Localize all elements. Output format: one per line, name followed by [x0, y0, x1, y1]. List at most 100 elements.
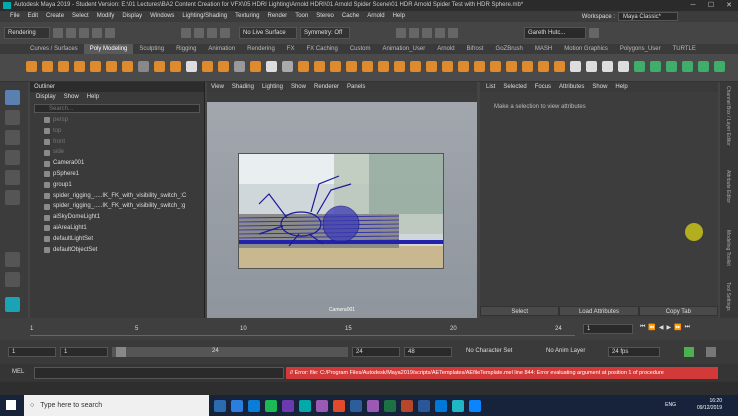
preferences-icon[interactable]	[706, 347, 716, 357]
paint-select-icon[interactable]	[5, 130, 20, 145]
go-to-end-icon[interactable]: ⏭	[685, 324, 690, 331]
viewport-view[interactable]: Camera001	[207, 102, 477, 318]
fps-dropdown[interactable]: 24 fps	[608, 347, 660, 357]
shelf-tool-icon[interactable]	[314, 61, 325, 72]
range-bar[interactable]: 24	[112, 347, 348, 357]
go-to-start-icon[interactable]: ⏮	[640, 324, 645, 331]
shelf-tool-icon[interactable]	[266, 61, 277, 72]
outliner-item[interactable]: side	[30, 147, 204, 158]
hypershade-icon[interactable]	[435, 28, 445, 38]
shelf-tool-icon[interactable]	[346, 61, 357, 72]
taskbar-app-icon[interactable]	[316, 399, 328, 412]
shelf-tool-icon[interactable]	[282, 61, 293, 72]
shelf-tool-icon[interactable]	[682, 61, 693, 72]
shelf-tab-curvessurfaces[interactable]: Curves / Surfaces	[24, 44, 84, 54]
redo-icon[interactable]	[105, 28, 115, 38]
taskbar-app-icon[interactable]	[418, 399, 430, 412]
shelf-tool-icon[interactable]	[234, 61, 245, 72]
save-scene-icon[interactable]	[79, 28, 89, 38]
viewport-menu-shading[interactable]: Shading	[232, 82, 254, 92]
tab-modeling-toolkit[interactable]: Modeling Toolkit	[725, 230, 731, 266]
mel-input[interactable]	[34, 367, 284, 379]
arnold-render-view-icon[interactable]	[448, 28, 458, 38]
four-pane-layout-icon[interactable]	[5, 272, 20, 287]
taskbar-app-icon[interactable]	[350, 399, 362, 412]
shelf-tool-icon[interactable]	[186, 61, 197, 72]
open-scene-icon[interactable]	[66, 28, 76, 38]
viewport-menu-view[interactable]: View	[211, 82, 224, 92]
workspace-dropdown[interactable]: Maya Classic*	[618, 12, 678, 21]
outliner-menu-show[interactable]: Show	[64, 92, 79, 102]
time-ruler[interactable]: 1 5 10 15 20 24	[30, 322, 575, 336]
menu-arnold[interactable]: Arnold	[367, 13, 384, 19]
attr-menu-selected[interactable]: Selected	[503, 82, 526, 92]
shelf-tool-icon[interactable]	[26, 61, 37, 72]
viewport-menu-show[interactable]: Show	[291, 82, 306, 92]
shelf-tool-icon[interactable]	[714, 61, 725, 72]
shelf-tab-fxcaching[interactable]: FX Caching	[300, 44, 343, 54]
shelf-tab-custom[interactable]: Custom	[344, 44, 377, 54]
step-back-icon[interactable]: ⏪	[648, 324, 655, 331]
shelf-tool-icon[interactable]	[58, 61, 69, 72]
scale-tool-icon[interactable]	[5, 190, 20, 205]
shelf-tab-motiongraphics[interactable]: Motion Graphics	[558, 44, 614, 54]
attr-menu-focus[interactable]: Focus	[535, 82, 551, 92]
viewport-menu-lighting[interactable]: Lighting	[262, 82, 283, 92]
symmetry-dropdown[interactable]: Symmetry: Off	[300, 27, 350, 39]
mash-logo-icon[interactable]	[5, 297, 20, 312]
viewport-menu-panels[interactable]: Panels	[347, 82, 365, 92]
attr-menu-list[interactable]: List	[486, 82, 495, 92]
menu-lightingshading[interactable]: Lighting/Shading	[182, 13, 227, 19]
outliner-item[interactable]: top	[30, 126, 204, 137]
snap-point-icon[interactable]	[207, 28, 217, 38]
outliner-item[interactable]: front	[30, 137, 204, 148]
shelf-tool-icon[interactable]	[522, 61, 533, 72]
outliner-item[interactable]: defaultObjectSet	[30, 245, 204, 256]
menu-modify[interactable]: Modify	[97, 13, 115, 19]
windows-start-icon[interactable]	[6, 400, 16, 410]
outliner-item[interactable]: spider_rigging_.....IK_FK_with_visibilit…	[30, 191, 204, 202]
shelf-tab-sculpting[interactable]: Sculpting	[133, 44, 170, 54]
outliner-item[interactable]: pSphere1	[30, 169, 204, 180]
undo-icon[interactable]	[92, 28, 102, 38]
taskbar-app-icon[interactable]	[367, 399, 379, 412]
menu-windows[interactable]: Windows	[150, 13, 174, 19]
play-forward-icon[interactable]: ▶	[667, 324, 672, 331]
shelf-tool-icon[interactable]	[538, 61, 549, 72]
outliner-item[interactable]: group1	[30, 180, 204, 191]
attr-menu-attributes[interactable]: Attributes	[559, 82, 584, 92]
anim-end-field[interactable]: 48	[404, 347, 452, 357]
shelf-tool-icon[interactable]	[250, 61, 261, 72]
shelf-tab-fx[interactable]: FX	[281, 44, 301, 54]
current-frame-field[interactable]: 1	[583, 324, 633, 334]
menu-display[interactable]: Display	[122, 13, 142, 19]
shelf-tool-icon[interactable]	[666, 61, 677, 72]
outliner-menu-help[interactable]: Help	[87, 92, 99, 102]
shelf-tool-icon[interactable]	[506, 61, 517, 72]
maximize-button[interactable]: ☐	[702, 0, 720, 11]
shelf-tab-rendering[interactable]: Rendering	[241, 44, 281, 54]
shelf-tool-icon[interactable]	[426, 61, 437, 72]
shelf-tool-icon[interactable]	[490, 61, 501, 72]
anim-layer-dropdown[interactable]: No Anim Layer	[546, 348, 585, 354]
shelf-tool-icon[interactable]	[122, 61, 133, 72]
taskbar-app-icon[interactable]	[265, 399, 277, 412]
shelf-tab-arnold[interactable]: Arnold	[431, 44, 460, 54]
shelf-tool-icon[interactable]	[458, 61, 469, 72]
viewport-menu-renderer[interactable]: Renderer	[314, 82, 339, 92]
start-time-field[interactable]: 1	[8, 347, 56, 357]
menu-cache[interactable]: Cache	[342, 13, 359, 19]
tab-channel-box[interactable]: Channel Box / Layer Editor	[725, 86, 731, 146]
shelf-tab-polygonsuser[interactable]: Polygons_User	[614, 44, 667, 54]
shelf-tool-icon[interactable]	[330, 61, 341, 72]
taskbar-app-icon[interactable]	[231, 399, 243, 412]
select-button[interactable]: Select	[480, 306, 560, 316]
outliner-item[interactable]: aiAreaLight1	[30, 223, 204, 234]
character-set-dropdown[interactable]: No Character Set	[466, 348, 512, 354]
tab-attribute-editor[interactable]: Attribute Editor	[725, 170, 731, 203]
lasso-tool-icon[interactable]	[5, 110, 20, 125]
snap-view-icon[interactable]	[220, 28, 230, 38]
shelf-tab-bifrost[interactable]: Bifrost	[461, 44, 490, 54]
taskbar-app-icon[interactable]	[214, 399, 226, 412]
shelf-tool-icon[interactable]	[138, 61, 149, 72]
